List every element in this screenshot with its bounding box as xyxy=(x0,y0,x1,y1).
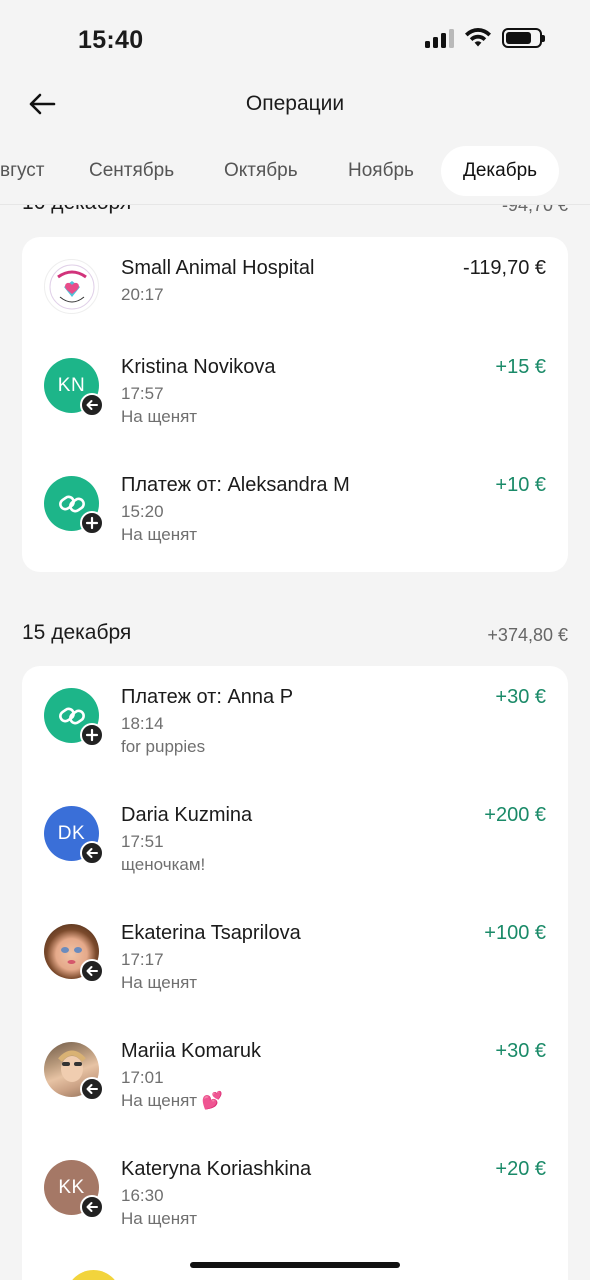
transaction-row[interactable]: Mariia Komaruk 17:01 На щенят 💕 +30 € xyxy=(22,1028,568,1146)
transaction-row[interactable]: Платеж от: Aleksandra M 15:20 На щенят +… xyxy=(22,462,568,580)
home-indicator xyxy=(190,1262,400,1268)
transactions-card: Small Animal Hospital 20:17 -119,70 € KN… xyxy=(22,237,568,572)
transaction-amount: +10 € xyxy=(495,474,546,496)
transactions-list[interactable]: 16 декабря -94,70 € Small Animal Hospita… xyxy=(0,205,590,1280)
transaction-row[interactable]: Ekaterina Tsaprilova 17:17 На щенят +100… xyxy=(22,910,568,1028)
transaction-amount: +20 € xyxy=(495,1158,546,1180)
transaction-note: щеночкам! xyxy=(121,855,206,874)
plus-icon xyxy=(85,516,99,530)
arrow-left-icon xyxy=(86,400,98,410)
transaction-time: 18:14 xyxy=(121,714,164,733)
incoming-badge xyxy=(80,393,104,417)
incoming-badge xyxy=(80,1077,104,1101)
status-bar: 15:40 xyxy=(0,0,590,80)
transaction-name: Ekaterina Tsaprilova xyxy=(121,922,301,944)
transaction-note: На щенят xyxy=(121,1209,198,1228)
arrow-left-icon xyxy=(86,966,98,976)
tab-november[interactable]: Ноябрь xyxy=(326,146,436,196)
transactions-card: Платеж от: Anna P 18:14 for puppies +30 … xyxy=(22,666,568,1280)
battery-icon xyxy=(502,28,545,48)
plus-icon xyxy=(85,728,99,742)
transaction-row[interactable]: KK Kateryna Koriashkina 16:30 На щенят +… xyxy=(22,1146,568,1264)
transaction-name: Платеж от: Anna P xyxy=(121,686,294,708)
transaction-note: На щенят xyxy=(121,973,198,992)
transaction-amount: +15 € xyxy=(495,356,546,378)
tab-august[interactable]: вгуст xyxy=(0,146,67,196)
transaction-time: 20:17 xyxy=(121,285,164,304)
wifi-icon xyxy=(465,28,491,47)
transaction-note: На щенят xyxy=(121,525,198,544)
transaction-name: Daria Kuzmina xyxy=(121,804,253,826)
avatar-initials: KK xyxy=(58,1176,85,1198)
transaction-time: 15:20 xyxy=(121,502,164,521)
day-header: 15 декабря +374,80 € xyxy=(22,621,568,651)
day-title: 15 декабря xyxy=(22,621,132,644)
header: Операции xyxy=(0,80,590,130)
tab-september[interactable]: Сентябрь xyxy=(67,146,196,196)
transaction-amount: +30 € xyxy=(495,1040,546,1062)
arrow-left-icon xyxy=(86,848,98,858)
day-header: 16 декабря -94,70 € xyxy=(22,205,568,221)
transaction-name: Kristina Novikova xyxy=(121,356,276,378)
transaction-name: Платеж от: Aleksandra M xyxy=(121,474,350,496)
merchant-logo xyxy=(44,259,99,314)
arrow-left-icon xyxy=(86,1202,98,1212)
transaction-amount: +200 € xyxy=(484,804,546,826)
transaction-row[interactable]: KN Kristina Novikova 17:57 На щенят +15 … xyxy=(22,344,568,462)
tab-october[interactable]: Октябрь xyxy=(202,146,320,196)
transaction-name: Small Animal Hospital xyxy=(121,257,315,279)
tab-december[interactable]: Декабрь xyxy=(441,146,560,196)
day-title: 16 декабря xyxy=(22,205,131,215)
avatar-initials: KN xyxy=(57,374,86,396)
transaction-time: 17:57 xyxy=(121,384,164,403)
transaction-name: Mariia Komaruk xyxy=(121,1040,262,1062)
transaction-name: Kateryna Koriashkina xyxy=(121,1158,312,1180)
transaction-row[interactable]: DK Daria Kuzmina 17:51 щеночкам! +200 € xyxy=(22,792,568,910)
transaction-note: for puppies xyxy=(121,737,206,756)
transaction-amount: +100 € xyxy=(484,922,546,944)
transaction-note-text: На щенят xyxy=(121,1091,198,1110)
transaction-time: 17:01 xyxy=(121,1068,164,1087)
page-title: Операции xyxy=(245,92,345,115)
hospital-logo-icon xyxy=(49,264,94,309)
incoming-badge xyxy=(80,841,104,865)
month-tabs: вгуст Сентябрь Октябрь Ноябрь Декабрь xyxy=(0,144,590,198)
day-total: -94,70 € xyxy=(501,205,568,215)
transaction-amount: -119,70 € xyxy=(462,257,546,279)
incoming-badge xyxy=(80,1195,104,1219)
transaction-note: На щенят xyxy=(121,407,198,426)
link-icon xyxy=(58,707,85,724)
status-icons xyxy=(425,28,545,48)
transaction-amount: +30 € xyxy=(495,686,546,708)
hearts-emoji: 💕 xyxy=(201,1091,223,1110)
transaction-time: 16:30 xyxy=(121,1186,164,1205)
transaction-note: На щенят 💕 xyxy=(121,1091,223,1111)
plus-badge xyxy=(80,511,104,535)
link-icon xyxy=(58,495,85,512)
transaction-time: 17:17 xyxy=(121,950,164,969)
incoming-badge xyxy=(80,959,104,983)
day-total: +374,80 € xyxy=(487,625,568,645)
avatar-initials: DK xyxy=(57,822,86,844)
status-time: 15:40 xyxy=(78,26,144,54)
plus-badge xyxy=(80,723,104,747)
transaction-time: 17:51 xyxy=(121,832,164,851)
arrow-left-icon xyxy=(86,1084,98,1094)
signal-icon xyxy=(425,28,454,48)
avatar xyxy=(66,1270,121,1280)
transaction-row[interactable]: Платеж от: Anna P 18:14 for puppies +30 … xyxy=(22,674,568,792)
